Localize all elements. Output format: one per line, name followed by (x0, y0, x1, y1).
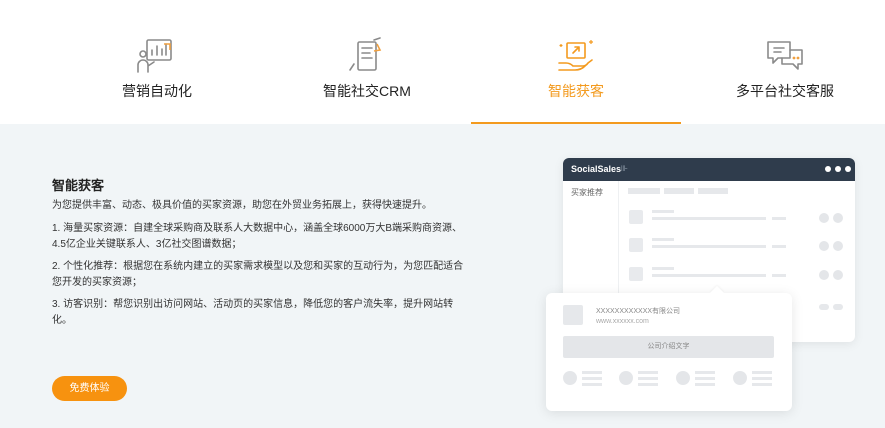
window-dot-icon (835, 166, 841, 172)
company-logo-icon (563, 305, 583, 325)
placeholder-bar (652, 274, 766, 277)
feature-title: 智能获客 (52, 178, 105, 193)
action-icon (833, 213, 843, 223)
placeholder-bar (582, 383, 602, 386)
placeholder-bar (819, 304, 829, 310)
action-icon (819, 241, 829, 251)
tab-label: 营销自动化 (122, 83, 192, 99)
placeholder-bar (695, 383, 715, 386)
action-icon (819, 213, 829, 223)
window-dot-icon (825, 166, 831, 172)
avatar-icon (676, 371, 690, 385)
placeholder-bar (752, 377, 772, 380)
multiplatform-service-icon (767, 41, 803, 70)
company-icon (629, 267, 643, 281)
placeholder-bar (833, 304, 843, 310)
tab-customer-acquisition[interactable]: 智能获客 (471, 0, 681, 124)
tab-multiplatform-service[interactable]: 多平台社交客服 (680, 0, 885, 124)
placeholder-bar (628, 188, 660, 194)
company-intro-button: 公司介绍文字 (563, 336, 774, 358)
feature-intro: 为您提供丰富、动态、极具价值的买家资源，助您在外贸业务拓展上，获得快速提升。 (52, 200, 432, 211)
placeholder-bar (652, 238, 674, 241)
company-url: www.xxxxxx.com (596, 318, 649, 325)
company-icon (629, 210, 643, 224)
placeholder-bar (772, 274, 786, 277)
feature-point: 1. 海量买家资源：自建全球采购商及联系人大数据中心，涵盖全球6000万大B端采… (52, 223, 463, 250)
placeholder-bar (695, 377, 715, 380)
feature-point: 3. 访客识别：帮您识别出访问网站、活动页的买家信息，降低您的客户流失率，提升网… (52, 299, 454, 326)
company-icon (629, 238, 643, 252)
app-name: SocialSales (571, 164, 622, 174)
social-crm-icon (349, 37, 382, 71)
filter-icon: ⊪ (621, 164, 628, 173)
placeholder-bar (652, 245, 766, 248)
marketing-automation-icon (137, 39, 172, 73)
avatar-icon (733, 371, 747, 385)
feature-description: 智能获客 为您提供丰富、动态、极具价值的买家资源，助您在外贸业务拓展上，获得快速… (52, 177, 472, 328)
feature-point: 2. 个性化推荐：根据您在系统内建立的买家需求模型以及您和买家的互动行为，为您匹… (52, 261, 464, 288)
feature-tabs: 营销自动化 智能社交CRM 智能获客 多平台社交客服 (0, 0, 885, 124)
action-icon (819, 270, 829, 280)
placeholder-bar (772, 245, 786, 248)
app-titlebar: SocialSales ⊪ (563, 158, 855, 181)
placeholder-bar (752, 383, 772, 386)
window-dot-icon (845, 166, 851, 172)
tab-label: 智能社交CRM (323, 83, 411, 99)
action-icon (833, 270, 843, 280)
avatar-icon (619, 371, 633, 385)
placeholder-bar (582, 377, 602, 380)
placeholder-bar (664, 188, 694, 194)
placeholder-bar (652, 267, 674, 270)
placeholder-bar (772, 217, 786, 220)
placeholder-bar (752, 371, 772, 374)
tab-label: 智能获客 (548, 83, 604, 99)
tab-social-crm[interactable]: 智能社交CRM (262, 0, 472, 124)
company-name: XXXXXXXXXXXX有限公司 (596, 308, 681, 315)
customer-acquisition-icon (558, 40, 593, 71)
sidebar-item-buyer-recommend: 买家推荐 (571, 188, 603, 197)
placeholder-bar (698, 188, 728, 194)
placeholder-bar (638, 383, 658, 386)
placeholder-bar (638, 371, 658, 374)
placeholder-bar (652, 210, 674, 213)
company-detail-card: XXXXXXXXXXXX有限公司 www.xxxxxx.com 公司介绍文字 (546, 285, 792, 411)
placeholder-bar (638, 377, 658, 380)
action-icon (833, 241, 843, 251)
placeholder-bar (582, 371, 602, 374)
feature-panel: 智能获客 为您提供丰富、动态、极具价值的买家资源，助您在外贸业务拓展上，获得快速… (0, 124, 885, 428)
free-trial-button[interactable]: 免费体验 (52, 376, 127, 401)
placeholder-bar (695, 371, 715, 374)
tab-label: 多平台社交客服 (736, 83, 834, 99)
avatar-icon (563, 371, 577, 385)
tab-marketing-automation[interactable]: 营销自动化 (52, 0, 262, 124)
placeholder-bar (652, 217, 766, 220)
